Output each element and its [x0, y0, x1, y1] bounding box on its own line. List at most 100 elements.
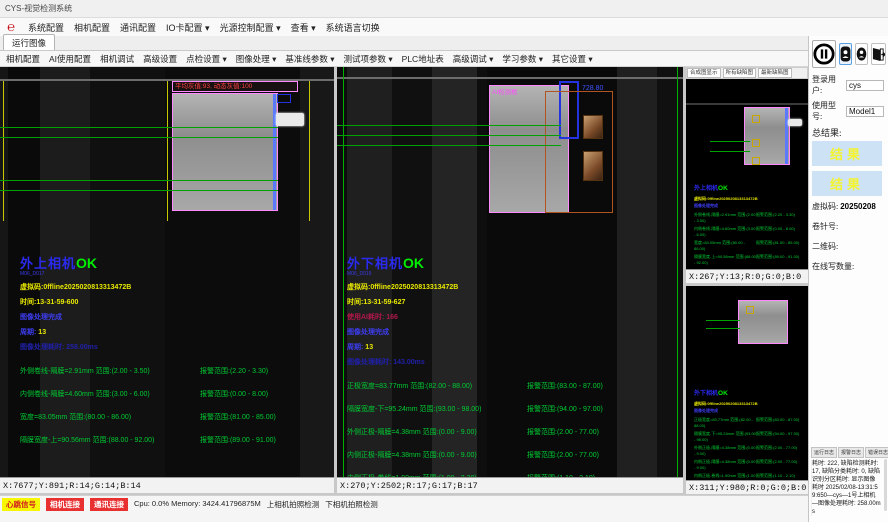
- toolbar-item-5[interactable]: 图像处理 ▾: [236, 53, 277, 65]
- alarm-range-text: 报警范围:(2.20 - 3.30): [756, 212, 795, 223]
- measure-row-0: 正极宽度=83.77mm 范围:(82.00 - 88.00)报警范围:(83.…: [694, 417, 806, 428]
- menu-item-1[interactable]: 相机配置: [74, 21, 110, 34]
- measure-row-1: 内侧卷线-隔膜=4.60mm 范围:(3.00 - 6.00)报警范围:(0.0…: [694, 226, 806, 237]
- cycle-text: 周期: 13: [20, 327, 332, 337]
- preview-view-bottom[interactable]: 外下相机OK 虚拟码:0ffline2025020813313472B 图像处理…: [686, 286, 808, 480]
- measure-line: [0, 127, 278, 128]
- guide-line: [677, 67, 678, 477]
- edge-marker: [785, 108, 788, 164]
- done-text: 图像处理完成: [694, 408, 806, 414]
- model-field[interactable]: Model1: [846, 106, 884, 117]
- toolbar-item-10[interactable]: 学习参数 ▾: [502, 53, 543, 65]
- toolbar-item-6[interactable]: 基准线参数 ▾: [285, 53, 334, 65]
- result-block-lower: 外下相机OK M06_D019 虚拟码:0ffline2025020813313…: [347, 253, 677, 477]
- measure-row-1: 隔膜宽度-下=95.24mm 范围:(93.00 - 98.00)报警范围:(9…: [694, 431, 806, 442]
- camera-view-lower[interactable]: AI检测框 728.80 外下相机OK M06_D019 虚拟码:0ffline…: [337, 67, 683, 477]
- toolbar-item-1[interactable]: AI使用配置: [49, 53, 91, 65]
- alarm-range-text: 报警范围:(0.00 - 8.00): [200, 389, 268, 399]
- control-buttons: [812, 40, 885, 68]
- measure-text: 内侧卷线-隔膜=4.60mm 范围:(3.00 - 6.00): [20, 389, 200, 399]
- ok-status: OK: [403, 255, 424, 271]
- exit-button[interactable]: [871, 43, 886, 65]
- roi-box: [752, 115, 760, 123]
- preview-view-top[interactable]: 外上相机OK 虚拟码:0ffline2025020813313472B 图像处理…: [686, 79, 808, 269]
- cpu-memory-text: Cpu: 0.0% Memory: 3424.41796875M: [134, 499, 261, 508]
- result-block-mini-bottom: 外下相机OK 虚拟码:0ffline2025020813313472B 图像处理…: [694, 382, 806, 480]
- measure-row-1: 隔膜宽度-下=95.24mm 范围:(93.00 - 98.00)报警范围:(9…: [347, 404, 677, 414]
- done-text: 图像处理完成: [694, 203, 806, 209]
- menu-item-6[interactable]: 系统语言切换: [326, 21, 380, 34]
- alarm-range-text: 报警范围:(94.00 - 97.00): [527, 404, 603, 414]
- preview-tab-2[interactable]: 最新缺陷图: [758, 68, 792, 78]
- alarm-range-text: 报警范围:(83.00 - 87.00): [756, 417, 799, 428]
- ok-status: OK: [718, 390, 728, 397]
- tab-run-image[interactable]: 运行图像: [3, 34, 55, 50]
- camera-name: 外上相机: [694, 186, 718, 192]
- result-box-upper: 结果: [812, 141, 882, 166]
- alarm-range-text: 报警范围:(2.00 - 77.00): [756, 445, 797, 456]
- menu-item-5[interactable]: 查看 ▾: [291, 21, 316, 34]
- upper-camera-trigger[interactable]: 上相机拍照检测: [267, 499, 320, 510]
- camera-name: 外下相机: [694, 391, 718, 397]
- done-text: 图像处理完成: [347, 327, 677, 337]
- toolbar-item-8[interactable]: PLC地址表: [402, 53, 444, 65]
- log-tab-2[interactable]: 错误日志: [865, 447, 888, 458]
- exit-door-icon: [872, 47, 885, 62]
- result-box-lower: 结果: [812, 171, 882, 196]
- toolbar-item-3[interactable]: 高级设置: [143, 53, 177, 65]
- measure-text: 隔膜宽度-下=95.24mm 范围:(93.00 - 98.00): [694, 431, 756, 442]
- toolbar-item-0[interactable]: 相机配置: [6, 53, 40, 65]
- log-tab-1[interactable]: 报警日志: [838, 447, 864, 458]
- alarm-range-text: 报警范围:(2.00 - 77.00): [527, 450, 599, 460]
- measure-text: 隔膜宽度-下=95.24mm 范围:(93.00 - 98.00): [347, 404, 527, 414]
- menu-item-4[interactable]: 光源控制配置 ▾: [220, 21, 281, 34]
- measure-text: 正极宽度=83.77mm 范围:(82.00 - 88.00): [694, 417, 756, 428]
- measurement-rows: 正极宽度=83.77mm 范围:(82.00 - 88.00)报警范围:(83.…: [347, 381, 677, 477]
- toolbar-item-4[interactable]: 点检设置 ▾: [186, 53, 227, 65]
- ai-elapsed-text: 使用AI耗时: 166: [347, 312, 677, 322]
- preview-tab-0[interactable]: 合成图显示: [687, 68, 721, 78]
- menu-item-0[interactable]: 系统配置: [28, 21, 64, 34]
- result-block-upper: 外上相机OK M06_D017 虚拟码:0ffline2025020813313…: [20, 253, 332, 458]
- toolbar-item-11[interactable]: 其它设置 ▾: [552, 53, 593, 65]
- preview-tab-1[interactable]: 所有缺陷图: [723, 68, 757, 78]
- measure-line: [337, 135, 561, 136]
- user-login-button[interactable]: [839, 43, 852, 65]
- guide-line: [167, 81, 168, 221]
- tab-connector: [788, 119, 802, 126]
- toolbar-item-7[interactable]: 测试项参数 ▾: [344, 53, 393, 65]
- barcode-text: 虚拟码:0ffline2025020813313472B: [347, 282, 677, 292]
- app-logo-icon: ℮: [4, 19, 18, 35]
- guide-line: [343, 67, 344, 477]
- port-id: M06_D019: [347, 271, 677, 277]
- inspected-cell: [172, 93, 278, 211]
- login-user-label: 登录用户:: [812, 74, 846, 96]
- camera-link-badge: 相机连接: [46, 498, 84, 511]
- app-window: CYS-视觉检测系统 ℮ 系统配置相机配置通讯配置IO卡配置 ▾光源控制配置 ▾…: [0, 0, 888, 522]
- measure-text: 内侧正极-隔膜=4.38mm 范围:(0.00 - 9.00): [694, 459, 756, 470]
- toolbar-item-2[interactable]: 相机调试: [100, 53, 134, 65]
- roi-box: [277, 94, 291, 103]
- comm-link-badge: 通讯连接: [90, 498, 128, 511]
- model-row: 使用型号: Model1: [812, 100, 885, 122]
- total-result-label: 总结果:: [812, 126, 885, 139]
- lower-camera-trigger[interactable]: 下相机拍照检测: [325, 499, 378, 510]
- log-scrollbar[interactable]: [884, 459, 887, 511]
- measure-text: 隔膜宽度-上=90.56mm 范围:(88.00 - 92.00): [20, 435, 200, 445]
- toolbar-item-9[interactable]: 高级调试 ▾: [453, 53, 494, 65]
- measurement-rows: 外侧卷线-隔膜=2.91mm 范围:(2.00 - 3.50)报警范围:(2.2…: [20, 366, 332, 445]
- virtual-code-row: 虚拟码: 20250208: [812, 201, 885, 212]
- cursor-status-lower: X:270;Y:2502;R:17;G:17;B:17: [337, 477, 683, 493]
- pause-button[interactable]: [812, 40, 836, 68]
- operator-button[interactable]: [855, 43, 868, 65]
- menu-item-3[interactable]: IO卡配置 ▾: [166, 21, 210, 34]
- alarm-range-text: 报警范围:(0.00 - 8.00): [756, 226, 795, 237]
- alarm-range-text: 报警范围:(83.00 - 87.00): [527, 381, 603, 391]
- measurement-rows: 外侧卷线-隔膜=2.91mm 范围:(2.00 - 3.50)报警范围:(2.2…: [694, 212, 806, 265]
- barcode-text: 虚拟码:0ffline2025020813313472B: [20, 282, 332, 292]
- camera-view-upper[interactable]: 平均灰值:93, 动态灰值:100 外上相机OK M06_D017 虚拟码:0f…: [0, 67, 334, 477]
- alarm-range-text: 报警范围:(81.00 - 85.00): [200, 412, 276, 422]
- log-tab-0[interactable]: 运行日志: [811, 447, 837, 458]
- menu-item-2[interactable]: 通讯配置: [120, 21, 156, 34]
- login-user-field[interactable]: cys: [846, 80, 884, 91]
